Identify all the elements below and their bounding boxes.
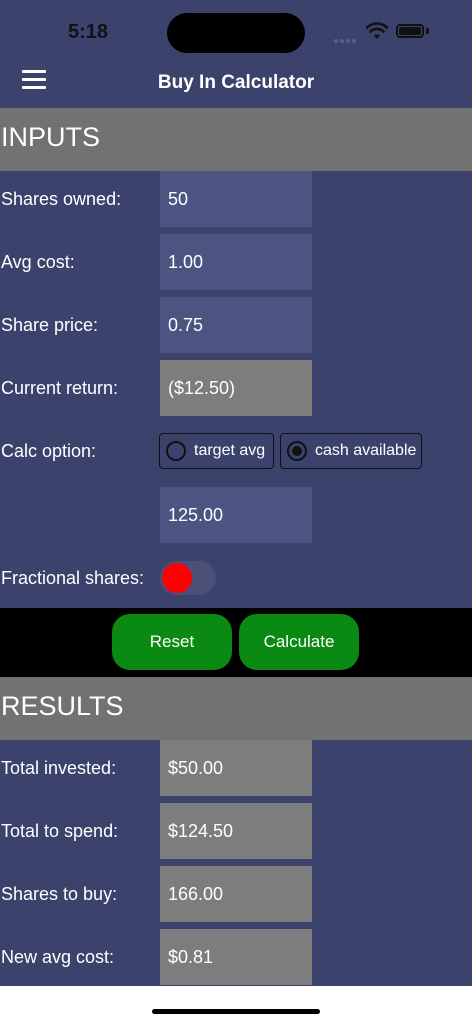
bottom-safe-area (0, 986, 472, 1024)
radio-circle-cash-available (287, 441, 307, 461)
action-bar (0, 608, 472, 677)
radio-cash-available-label: cash available (315, 442, 417, 459)
cellular-signal-icon (334, 30, 358, 43)
results-header: RESULTS (0, 677, 472, 740)
shares-owned-field[interactable] (160, 171, 312, 227)
fractional-shares-toggle[interactable] (160, 561, 216, 595)
home-indicator[interactable] (152, 1009, 320, 1014)
new-avg-cost-label: New avg cost: (1, 947, 115, 967)
inputs-header: INPUTS (0, 108, 472, 171)
battery-tip (426, 28, 429, 34)
wifi-icon (366, 22, 388, 39)
avg-cost-label: Avg cost: (1, 252, 75, 272)
reset-button[interactable]: Reset (112, 614, 232, 670)
radio-target-avg-label: target avg (194, 442, 266, 459)
radio-circle-target-avg (166, 441, 186, 461)
toggle-knob (162, 563, 192, 593)
radio-cash-available[interactable]: cash available (280, 433, 422, 469)
shares-to-buy-label: Shares to buy: (1, 884, 118, 904)
share-price-field[interactable] (160, 297, 312, 353)
calc-value-field[interactable] (160, 487, 312, 543)
total-invested-label: Total invested: (1, 758, 117, 778)
shares-to-buy-value: 166.00 (160, 866, 312, 922)
avg-cost-field[interactable] (160, 234, 312, 290)
fractional-shares-label: Fractional shares: (1, 568, 145, 588)
battery-icon (396, 24, 424, 38)
current-return-label: Current return: (1, 378, 119, 398)
total-to-spend-label: Total to spend: (1, 821, 119, 841)
status-time: 5:18 (68, 21, 109, 43)
status-bar: 5:18 (0, 0, 472, 60)
radio-target-avg[interactable]: target avg (159, 433, 274, 469)
calculate-button[interactable]: Calculate (239, 614, 359, 670)
calc-option-label: Calc option: (1, 441, 97, 461)
new-avg-cost-value: $0.81 (160, 929, 312, 985)
total-invested-value: $50.00 (160, 740, 312, 796)
hamburger-menu-icon[interactable] (22, 70, 48, 92)
page-title: Buy In Calculator (157, 72, 315, 93)
shares-owned-label: Shares owned: (1, 189, 122, 209)
dynamic-island (167, 13, 305, 53)
current-return-value: ($12.50) (160, 360, 312, 416)
total-to-spend-value: $124.50 (160, 803, 312, 859)
share-price-label: Share price: (1, 315, 99, 335)
